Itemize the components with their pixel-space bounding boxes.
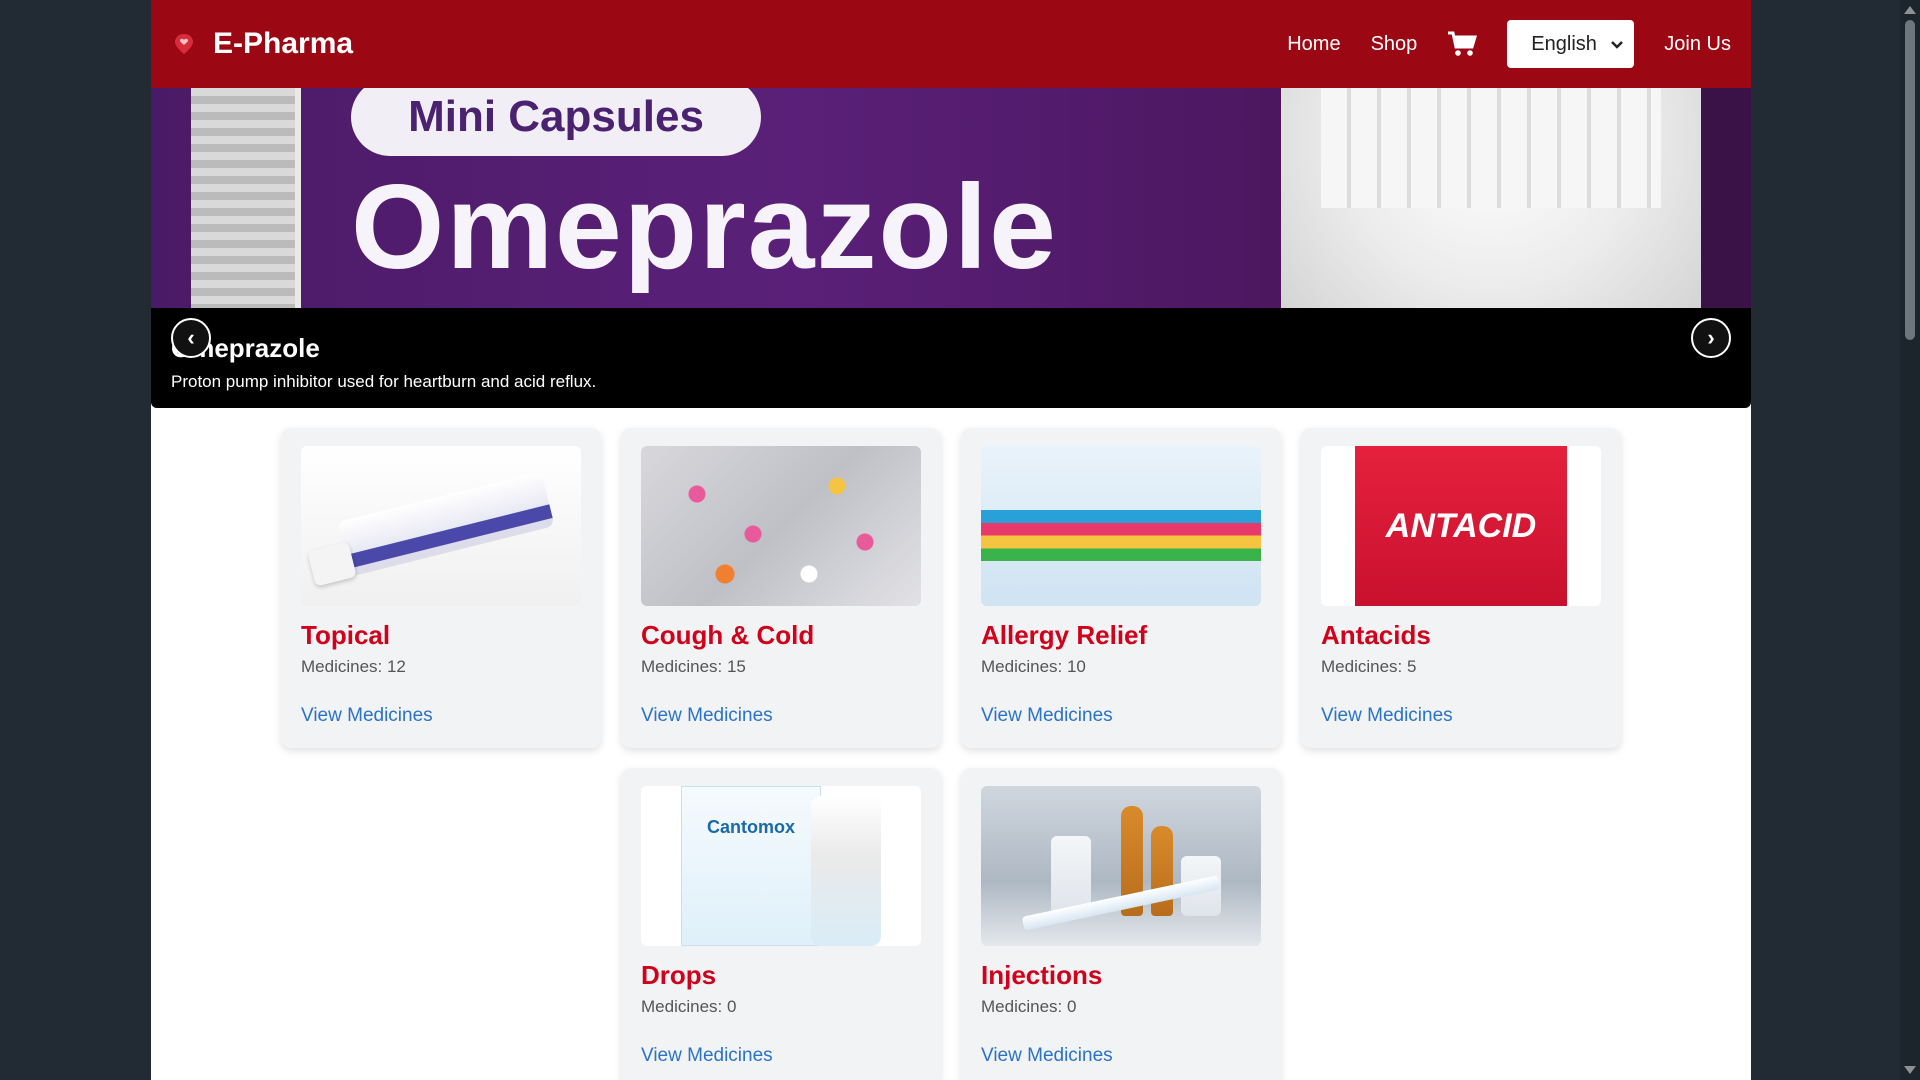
slide-title: Omeprazole [171, 333, 320, 363]
carousel-next-button[interactable]: › [1691, 318, 1731, 358]
nav-home-link[interactable]: Home [1287, 33, 1340, 56]
package-barcode-strip [191, 88, 301, 308]
slide-image-product: Omeprazole [351, 160, 1058, 294]
slide-image-label: Mini Capsules [351, 88, 761, 156]
category-count: Medicines: 12 [301, 657, 406, 676]
carousel-prev-button[interactable]: ‹ [171, 318, 211, 358]
category-title: Injections [981, 960, 1103, 990]
scrollbar-thumb[interactable] [1905, 20, 1915, 340]
category-image[interactable] [641, 446, 921, 606]
category-count: Medicines: 15 [641, 657, 746, 676]
brand[interactable]: E-Pharma [171, 27, 353, 61]
view-medicines-link[interactable]: View Medicines [301, 705, 433, 727]
view-medicines-link[interactable]: View Medicines [641, 1045, 773, 1067]
category-title: Antacids [1321, 620, 1431, 650]
view-medicines-link[interactable]: View Medicines [981, 1045, 1113, 1067]
view-medicines-link[interactable]: View Medicines [1321, 705, 1453, 727]
bottle-cap-ridges [1321, 88, 1661, 208]
category-title: Drops [641, 960, 717, 990]
page-scrollbar[interactable] [1900, 0, 1920, 1080]
cream-tube-image [337, 471, 555, 577]
category-image[interactable]: ANTACID [1321, 446, 1601, 606]
category-image[interactable]: Cantomox [641, 786, 921, 946]
nav-shop-link[interactable]: Shop [1371, 33, 1418, 56]
language-select[interactable]: English [1507, 20, 1635, 68]
view-medicines-link[interactable]: View Medicines [641, 705, 773, 727]
hero-carousel: Mini Capsules Omeprazole Omeprazole Prot… [151, 88, 1751, 408]
category-card-drops: Cantomox Drops Medicines: 0 View Medicin… [621, 768, 941, 1080]
page: E-Pharma Home Shop English Join Us Mini … [151, 0, 1751, 1080]
categories-grid: Topical Medicines: 12 View Medicines Cou… [281, 428, 1625, 1080]
category-card-topical: Topical Medicines: 12 View Medicines [281, 428, 601, 748]
tube-cap-image [307, 541, 357, 587]
slide-description: Proton pump inhibitor used for heartburn… [171, 372, 597, 391]
nav-right: Home Shop English Join Us [1287, 20, 1731, 68]
chevron-down-icon [1610, 33, 1624, 56]
eye-drops-box-image: Cantomox [681, 786, 821, 946]
antacid-box-image: ANTACID [1355, 446, 1567, 606]
category-title: Cough & Cold [641, 620, 815, 650]
category-card-cough-cold: Cough & Cold Medicines: 15 View Medicine… [621, 428, 941, 748]
join-us-link[interactable]: Join Us [1664, 33, 1731, 56]
category-image[interactable] [301, 446, 581, 606]
category-count: Medicines: 0 [641, 997, 737, 1016]
bottle-cap-image [1281, 88, 1701, 308]
brand-name: E-Pharma [213, 27, 354, 60]
category-title: Allergy Relief [981, 620, 1148, 650]
category-count: Medicines: 5 [1321, 657, 1417, 676]
heart-pin-icon [171, 31, 197, 57]
scroll-up-arrow-icon[interactable] [1904, 6, 1916, 14]
scroll-down-arrow-icon[interactable] [1904, 1066, 1916, 1074]
category-card-allergy-relief: Allergy Relief Medicines: 10 View Medici… [961, 428, 1281, 748]
category-card-injections: Injections Medicines: 0 View Medicines [961, 768, 1281, 1080]
language-selected: English [1531, 32, 1597, 55]
navbar: E-Pharma Home Shop English Join Us [151, 0, 1751, 88]
category-count: Medicines: 0 [981, 997, 1077, 1016]
category-count: Medicines: 10 [981, 657, 1086, 676]
view-medicines-link[interactable]: View Medicines [981, 705, 1113, 727]
eye-drops-bottle-image [811, 796, 881, 946]
slide-image: Mini Capsules Omeprazole [151, 88, 1751, 308]
slide-caption: Omeprazole Proton pump inhibitor used fo… [171, 333, 596, 392]
category-image[interactable] [981, 446, 1261, 606]
category-card-antacids: ANTACID Antacids Medicines: 5 View Medic… [1301, 428, 1621, 748]
shopping-cart-icon[interactable] [1447, 31, 1478, 57]
category-title: Topical [301, 620, 391, 650]
category-image[interactable] [981, 786, 1261, 946]
